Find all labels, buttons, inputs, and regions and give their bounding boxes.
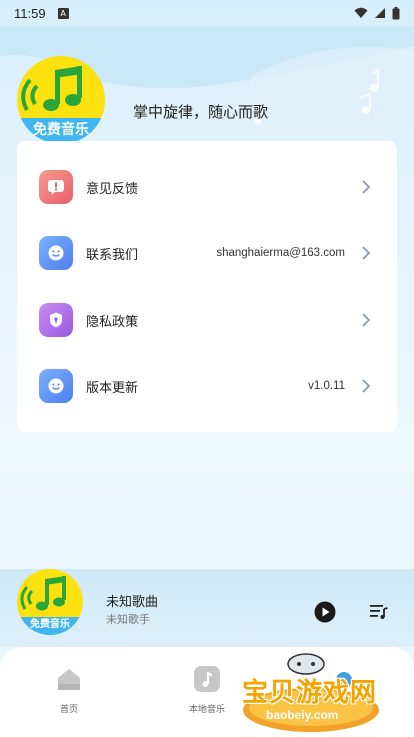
tab-local-music[interactable]: 本地音乐 (167, 665, 247, 715)
menu-item-version-update[interactable]: 版本更新 v1.0.11 (17, 353, 397, 419)
tab-label: 首页 (59, 705, 78, 715)
contact-email: shanghaierma@163.com (216, 247, 345, 259)
chevron-right-icon (362, 246, 371, 260)
menu-item-privacy[interactable]: 隐私政策 (17, 287, 397, 353)
feedback-icon (39, 170, 73, 204)
local-music-icon (194, 666, 220, 692)
app-logo: 免费音乐 (17, 56, 105, 144)
status-icons (354, 6, 400, 20)
signal-icon (375, 8, 385, 18)
settings-card: 意见反馈 联系我们 shanghaierma@163.com 隐私政策 版本更新… (17, 141, 397, 432)
notification-icon: A (57, 7, 69, 19)
watermark-url: baobeiy.com (266, 708, 339, 722)
tab-label: 本地音乐 (188, 705, 225, 715)
profile-header: 免费音乐 掌中旋律，随心而歌 (0, 26, 414, 151)
status-time: 11:59 (14, 5, 46, 21)
tab-home[interactable]: 首页 (29, 665, 109, 715)
mini-player[interactable]: 免费音乐 未知歌曲 未知歌手 (0, 569, 414, 647)
privacy-shield-icon (39, 303, 73, 337)
menu-item-label: 联系我们 (86, 247, 139, 263)
contact-icon (39, 236, 73, 270)
music-note-icon (20, 576, 66, 611)
menu-item-feedback[interactable]: 意见反馈 (17, 154, 397, 220)
home-icon (58, 669, 80, 690)
battery-icon (392, 6, 400, 19)
chevron-right-icon (362, 379, 371, 393)
chevron-right-icon (362, 313, 371, 327)
status-bar: 11:59 A (0, 0, 414, 26)
wifi-icon (354, 7, 368, 18)
cover-badge-text: 免费音乐 (17, 617, 83, 635)
version-number: v1.0.11 (308, 380, 345, 392)
update-icon (39, 369, 73, 403)
music-note-icon (21, 66, 82, 111)
menu-item-label: 意见反馈 (86, 181, 139, 197)
menu-item-label: 版本更新 (86, 380, 139, 396)
song-title: 未知歌曲 (106, 595, 159, 610)
app-slogan: 掌中旋律，随心而歌 (133, 103, 269, 121)
chevron-right-icon (362, 180, 371, 194)
album-cover: 免费音乐 (17, 569, 83, 635)
menu-item-contact[interactable]: 联系我们 shanghaierma@163.com (17, 220, 397, 286)
watermark-text: 宝贝游戏网 (242, 678, 378, 708)
playlist-icon[interactable] (369, 602, 389, 620)
song-artist: 未知歌手 (106, 613, 150, 626)
watermark: 宝贝游戏网 baobeiy.com (236, 650, 386, 734)
play-icon[interactable] (314, 601, 336, 623)
menu-item-label: 隐私政策 (86, 314, 139, 330)
